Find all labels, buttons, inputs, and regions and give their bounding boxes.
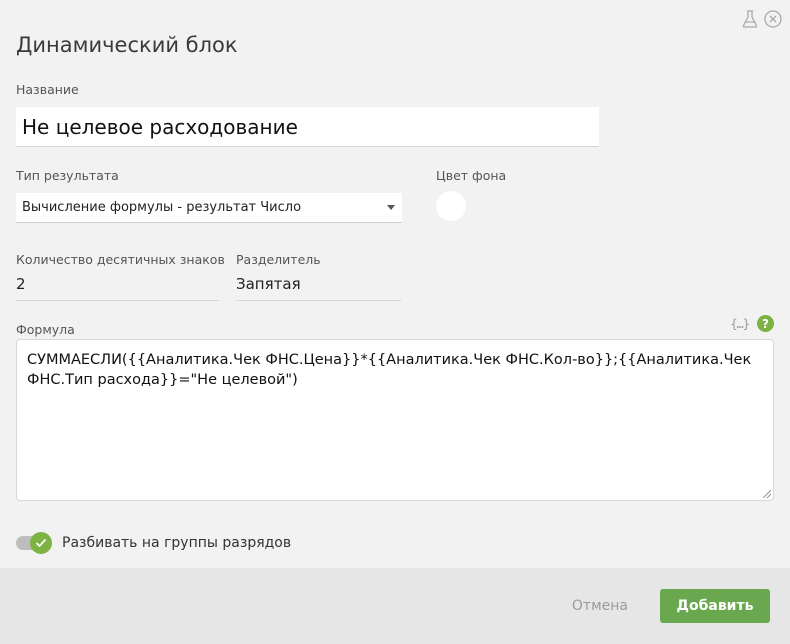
name-input[interactable] [16, 107, 599, 147]
bg-color-label: Цвет фона [436, 168, 507, 183]
result-type-value: Вычисление формулы - результат Число [22, 200, 302, 215]
decimals-value: 2 [16, 275, 26, 293]
formula-tools: {…} ? [730, 315, 774, 332]
formula-textarea[interactable]: СУММАЕСЛИ({{Аналитика.Чек ФНС.Цена}}*{{А… [16, 339, 774, 501]
result-type-label: Тип результата [16, 168, 119, 183]
dialog-title: Динамический блок [16, 33, 238, 57]
dialog-footer: Отмена Добавить [0, 568, 790, 644]
resize-handle-icon[interactable] [763, 490, 771, 498]
check-icon [35, 538, 47, 548]
name-label: Название [16, 82, 79, 97]
separator-label: Разделитель [236, 252, 321, 267]
close-icon[interactable] [764, 10, 782, 28]
braces-icon[interactable]: {…} [730, 317, 750, 331]
formula-label: Формула [16, 322, 75, 337]
digit-groups-toggle[interactable] [16, 532, 52, 554]
help-icon[interactable]: ? [757, 315, 774, 332]
separator-field[interactable]: Запятая [236, 271, 401, 301]
chevron-down-icon [387, 205, 395, 210]
digit-groups-label: Разбивать на группы разрядов [62, 535, 292, 551]
result-type-select[interactable]: Вычисление формулы - результат Число [16, 193, 402, 223]
formula-value: СУММАЕСЛИ({{Аналитика.Чек ФНС.Цена}}*{{А… [27, 352, 752, 388]
decimals-label: Количество десятичных знаков [16, 252, 225, 267]
add-button[interactable]: Добавить [660, 589, 770, 623]
cancel-button[interactable]: Отмена [572, 598, 628, 614]
bg-color-picker[interactable] [436, 191, 466, 221]
flask-icon[interactable] [742, 10, 758, 28]
decimals-field[interactable]: 2 [16, 271, 219, 301]
toggle-knob [30, 532, 52, 554]
separator-value: Запятая [236, 275, 301, 293]
window-controls [742, 10, 782, 28]
